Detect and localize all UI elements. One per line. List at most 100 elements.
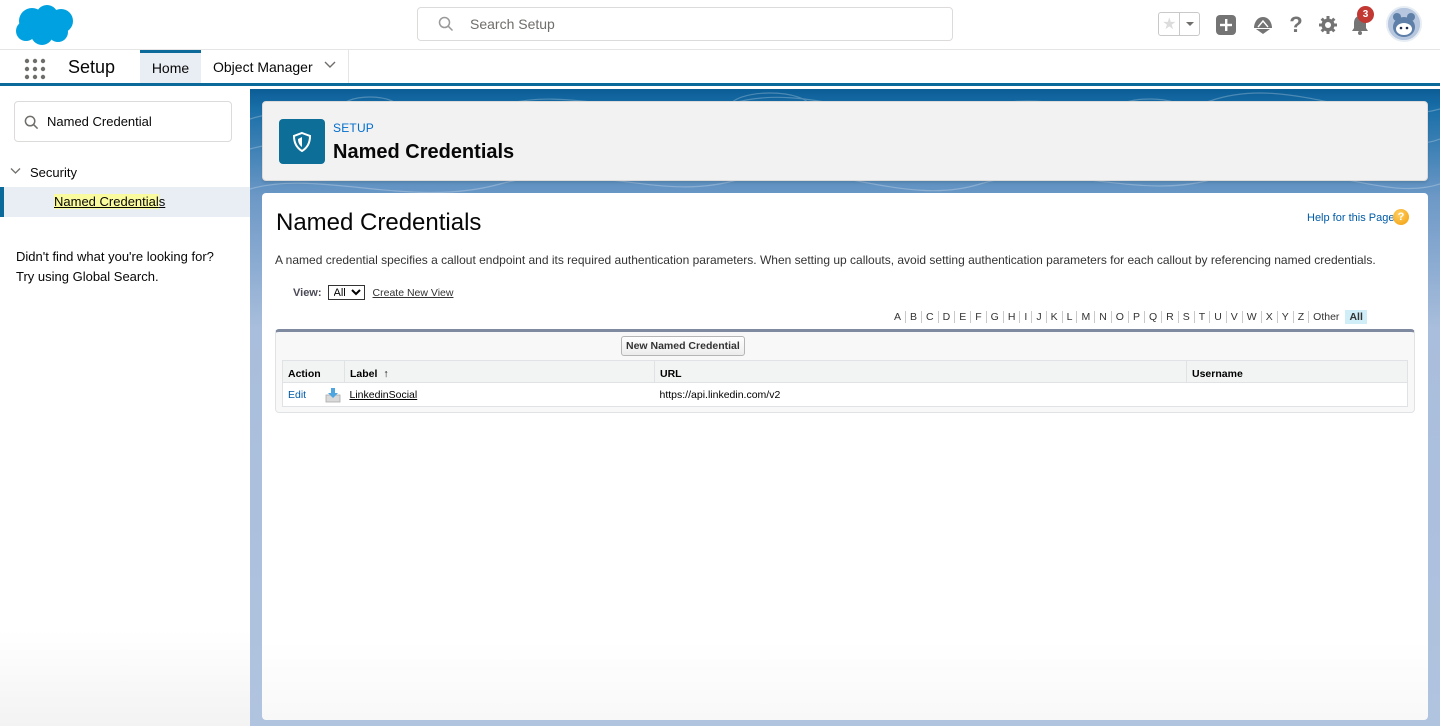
tree-section-label: Security xyxy=(30,164,77,180)
page-header: SETUP Named Credentials xyxy=(262,101,1428,181)
alpha-filter-w[interactable]: W xyxy=(1241,311,1261,323)
page-title: Named Credentials xyxy=(276,209,482,236)
quick-find-input[interactable] xyxy=(47,102,227,141)
tab-object-manager[interactable]: Object Manager xyxy=(201,50,349,83)
alpha-filter-n[interactable]: N xyxy=(1094,311,1111,323)
sort-ascending-icon: ↑ xyxy=(383,367,389,380)
create-new-view-link[interactable]: Create New View xyxy=(373,287,454,299)
alpha-filter-l[interactable]: L xyxy=(1061,311,1077,323)
global-header: ★ ? 3 xyxy=(0,0,1440,50)
alpha-filter-b[interactable]: B xyxy=(905,311,921,323)
tree-item-named-credentials[interactable]: Named Credentials xyxy=(0,187,250,217)
alpha-filter-o[interactable]: O xyxy=(1110,311,1128,323)
setup-gear-button[interactable] xyxy=(1316,13,1340,37)
tab-home-label: Home xyxy=(151,60,190,76)
column-header-label-text: Label xyxy=(350,367,378,380)
column-header-action: Action xyxy=(282,360,345,383)
app-launcher-icon[interactable] xyxy=(24,58,46,80)
view-selector-row: View: All Create New View xyxy=(293,285,453,300)
alpha-filter-a[interactable]: A xyxy=(890,311,905,323)
alpha-filter-h[interactable]: H xyxy=(1002,311,1020,323)
view-label: View: xyxy=(293,286,322,299)
alphabet-filter: A B C D E F G H I J K L M N O P Q R S T U V W X Y Z Other All xyxy=(890,310,1367,324)
alpha-filter-all[interactable]: All xyxy=(1345,310,1367,324)
not-found-hint: Didn't find what you're looking for? Try… xyxy=(16,247,214,287)
alpha-filter-q[interactable]: Q xyxy=(1143,311,1161,323)
not-found-line-1: Didn't find what you're looking for? xyxy=(16,249,214,264)
help-icon[interactable]: ? xyxy=(1393,209,1409,225)
astro-avatar-icon xyxy=(1388,8,1420,40)
setup-sidebar: Security Named Credentials Didn't find w… xyxy=(0,89,250,726)
quick-find-box[interactable] xyxy=(14,101,232,142)
alpha-filter-z[interactable]: Z xyxy=(1292,311,1308,323)
favorites-group: ★ xyxy=(1158,12,1200,36)
chevron-down-icon[interactable] xyxy=(324,61,336,69)
search-setup-input[interactable] xyxy=(470,8,940,40)
alpha-filter-c[interactable]: C xyxy=(921,311,938,323)
tree-item-link[interactable]: Named Credentials xyxy=(54,194,165,209)
label-cell: LinkedinSocial xyxy=(345,383,655,407)
search-icon xyxy=(24,115,39,130)
tab-object-manager-label: Object Manager xyxy=(213,58,313,75)
alpha-filter-s[interactable]: S xyxy=(1177,311,1194,323)
chevron-down-icon xyxy=(10,168,21,174)
view-select[interactable]: All xyxy=(327,285,365,300)
alpha-filter-x[interactable]: X xyxy=(1260,311,1277,323)
alpha-filter-m[interactable]: M xyxy=(1076,311,1094,323)
help-for-this-page-link[interactable]: Help for this Page xyxy=(1307,212,1394,224)
table-row: Edit LinkedinSocial https://api.linkedin… xyxy=(283,383,1408,407)
column-header-url: URL xyxy=(654,360,1187,383)
alpha-filter-j[interactable]: J xyxy=(1031,311,1045,323)
column-header-username: Username xyxy=(1186,360,1408,383)
alpha-filter-r[interactable]: R xyxy=(1161,311,1178,323)
app-name: Setup xyxy=(68,57,116,77)
alpha-filter-d[interactable]: D xyxy=(937,311,955,323)
trailhead-button[interactable] xyxy=(1251,13,1275,37)
alpha-filter-g[interactable]: G xyxy=(985,311,1003,323)
download-icon[interactable] xyxy=(325,387,341,403)
page-header-eyebrow: SETUP xyxy=(333,121,375,135)
url-cell: https://api.linkedin.com/v2 xyxy=(659,388,781,401)
alpha-filter-t[interactable]: T xyxy=(1193,311,1209,323)
tab-home[interactable]: Home xyxy=(140,50,201,83)
action-cell: Edit xyxy=(283,383,345,407)
salesforce-cloud-logo[interactable] xyxy=(14,4,76,46)
alpha-filter-k[interactable]: K xyxy=(1045,311,1062,323)
gear-icon xyxy=(1319,16,1337,34)
search-icon xyxy=(438,16,454,32)
alpha-filter-i[interactable]: I xyxy=(1019,311,1031,323)
notification-badge: 3 xyxy=(1357,6,1374,23)
star-icon[interactable]: ★ xyxy=(1159,13,1181,35)
page-header-icon xyxy=(279,119,325,164)
new-named-credential-button[interactable]: New Named Credential xyxy=(621,336,745,356)
content-panel: Named Credentials Help for this Page ? A… xyxy=(262,193,1428,720)
global-search[interactable] xyxy=(417,7,953,41)
alpha-filter-v[interactable]: V xyxy=(1225,311,1242,323)
alpha-filter-f[interactable]: F xyxy=(970,311,985,323)
alpha-filter-p[interactable]: P xyxy=(1127,311,1144,323)
search-highlight: Named Credential xyxy=(54,194,159,209)
favorites-dropdown[interactable] xyxy=(1180,13,1199,35)
username-cell xyxy=(1187,383,1408,407)
tree-section-security[interactable]: Security xyxy=(0,161,250,183)
column-header-label[interactable]: Label ↑ xyxy=(344,360,655,383)
trailhead-icon xyxy=(1254,17,1272,34)
question-mark-icon: ? xyxy=(1289,12,1303,37)
avatar[interactable] xyxy=(1386,6,1422,42)
app-navigation: Setup Home Object Manager xyxy=(0,50,1440,86)
named-credentials-table: Action Label ↑ URL Username Edit Linkedi… xyxy=(282,360,1408,407)
credential-label-link[interactable]: LinkedinSocial xyxy=(350,389,418,401)
alpha-filter-u[interactable]: U xyxy=(1209,311,1226,323)
list-view-block: New Named Credential Action Label ↑ URL … xyxy=(275,329,1415,413)
alpha-filter-y[interactable]: Y xyxy=(1276,311,1293,323)
page-header-title: Named Credentials xyxy=(333,141,515,163)
help-button[interactable]: ? xyxy=(1284,12,1308,37)
shield-icon xyxy=(292,131,312,152)
page-description: A named credential specifies a callout e… xyxy=(275,253,1376,267)
edit-link[interactable]: Edit xyxy=(288,389,306,401)
not-found-line-2: Try using Global Search. xyxy=(16,269,159,284)
global-actions-button[interactable] xyxy=(1214,13,1238,37)
plus-icon xyxy=(1216,15,1236,35)
alpha-filter-other[interactable]: Other xyxy=(1308,311,1343,323)
alpha-filter-e[interactable]: E xyxy=(954,311,970,323)
